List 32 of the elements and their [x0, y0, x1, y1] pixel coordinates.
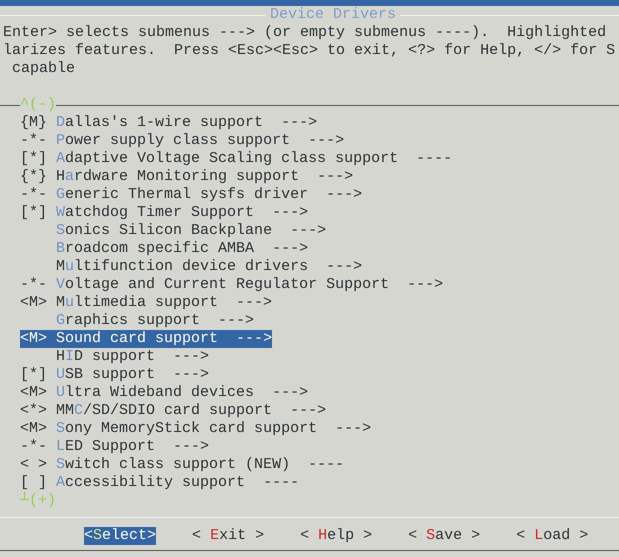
menu-item[interactable]: -*- Generic Thermal sysfs driver --->	[20, 186, 362, 204]
menu-item[interactable]: -*- Voltage and Current Regulator Support --->	[20, 276, 444, 294]
dialog-button[interactable]: < Save >	[408, 527, 480, 545]
menu-item[interactable]: [*] Watchdog Timer Support --->	[20, 204, 308, 222]
menu-item[interactable]: [*] Adaptive Voltage Scaling class support ----	[20, 150, 452, 168]
menu-item[interactable]: Graphics support --->	[20, 312, 254, 330]
menu-item[interactable]: [ ] Accessibility support ----	[20, 474, 300, 492]
dialog-button[interactable]: < Help >	[300, 527, 372, 545]
dialog-button[interactable]: <Select>	[84, 527, 156, 545]
menu-item[interactable]: <M> Sound card support --->	[20, 330, 272, 348]
menu-item[interactable]: -*- Power supply class support --->	[20, 132, 344, 150]
menu-item[interactable]: <M> Multimedia support --->	[20, 294, 272, 312]
menu-item[interactable]: <*> MMC/SD/SDIO card support --->	[20, 402, 326, 420]
help-text: capable	[11, 60, 76, 78]
scroll-up-indicator: ^(-)	[20, 96, 56, 114]
dialog-button[interactable]: < Exit >	[192, 527, 264, 545]
help-text: Enter> selects submenus ---> (or empty submenus ----). Highlighted	[2, 24, 606, 42]
menu-item[interactable]: < > Switch class support (NEW) ----	[20, 456, 344, 474]
dialog-button[interactable]: < Load >	[516, 527, 588, 545]
scroll-down-indicator: ┴(+)	[20, 492, 56, 510]
menu-item[interactable]: {M} Dallas's 1-wire support --->	[20, 114, 318, 132]
menu-item[interactable]: <M> Ultra Wideband devices --->	[20, 384, 308, 402]
menu-item[interactable]: Multifunction device drivers --->	[20, 258, 362, 276]
menu-item[interactable]: [*] USB support --->	[20, 366, 210, 384]
menu-item[interactable]: -*- LED Support --->	[20, 438, 210, 456]
dialog-title: Device Drivers	[269, 6, 398, 24]
menu-item[interactable]: Sonics Silicon Backplane --->	[20, 222, 326, 240]
menu-item[interactable]: <M> Sony MemoryStick card support --->	[20, 420, 372, 438]
help-text: larizes features. Press <Esc><Esc> to exit, <?> for Help, </> for S	[2, 42, 616, 60]
menu-item[interactable]: Broadcom specific AMBA --->	[20, 240, 308, 258]
menu-item[interactable]: {*} Hardware Monitoring support --->	[20, 168, 354, 186]
menu-item[interactable]: HID support --->	[20, 348, 210, 366]
